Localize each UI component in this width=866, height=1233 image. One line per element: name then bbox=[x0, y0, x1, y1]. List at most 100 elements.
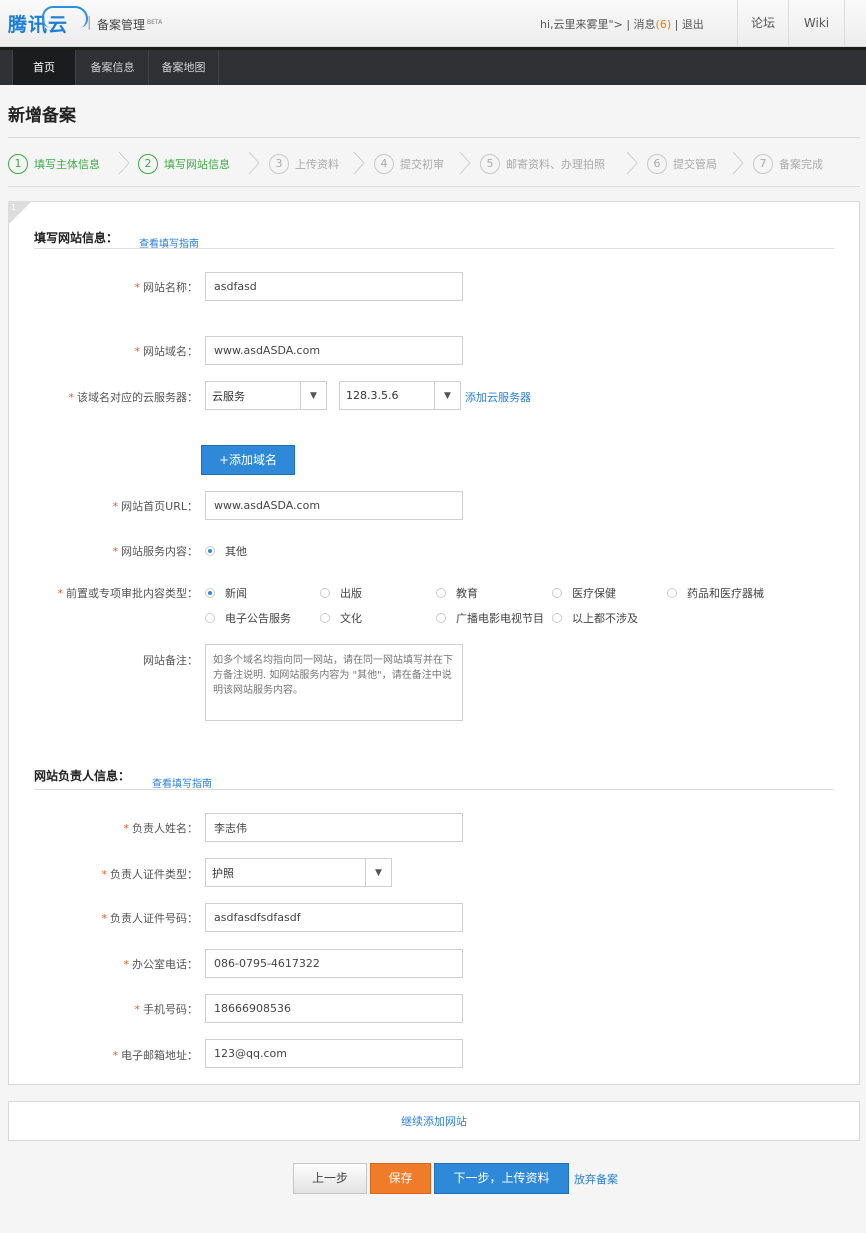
approval-option-healthcare[interactable]: 医疗保健 bbox=[552, 585, 616, 601]
step-3: 3 上传资料 bbox=[269, 153, 339, 175]
server-type-value: 云服务 bbox=[212, 389, 245, 403]
owner-id-type-label: * 负责人证件类型： bbox=[101, 868, 199, 881]
step-label: 提交管局 bbox=[673, 158, 717, 171]
abandon-filing-link[interactable]: 放弃备案 bbox=[574, 1171, 618, 1187]
chevron-down-icon: ▼ bbox=[300, 382, 326, 409]
tab-filing-info[interactable]: 备案信息 bbox=[77, 50, 149, 85]
messages-link[interactable]: 消息(6) bbox=[634, 18, 672, 31]
step-number: 5 bbox=[480, 154, 500, 174]
messages-count-badge: (6) bbox=[655, 18, 672, 31]
step-chevron-icon bbox=[118, 151, 130, 175]
add-cloud-server-link[interactable]: 添加云服务器 bbox=[465, 389, 531, 405]
step-label: 填写网站信息 bbox=[164, 158, 230, 171]
owner-id-type-select[interactable]: 护照 ▼ bbox=[205, 858, 392, 887]
office-phone-input[interactable] bbox=[205, 949, 463, 978]
owner-name-input[interactable] bbox=[205, 813, 463, 842]
step-number: 1 bbox=[8, 154, 28, 174]
email-label: * 电子邮箱地址： bbox=[112, 1049, 199, 1062]
add-more-site-bar[interactable]: 继续添加网站 bbox=[8, 1101, 860, 1141]
owner-id-number-input[interactable] bbox=[205, 903, 463, 932]
tab-home[interactable]: 首页 bbox=[12, 50, 76, 85]
top-bar: 腾讯云 | 备案管理 BETA hi,云里来雾里"> | 消息(6) | 退出 论… bbox=[0, 0, 866, 47]
step-chevron-icon bbox=[353, 151, 365, 175]
step-number: 3 bbox=[269, 154, 289, 174]
approval-option-drugs[interactable]: 药品和医疗器械 bbox=[667, 585, 764, 601]
approval-option-broadcast[interactable]: 广播电影电视节目 bbox=[436, 610, 544, 626]
wiki-link[interactable]: Wiki bbox=[788, 0, 845, 47]
page-title: 新增备案 bbox=[8, 106, 76, 126]
owner-info-heading: 网站负责人信息： bbox=[34, 769, 131, 783]
step-5: 5 邮寄资料、办理拍照 bbox=[480, 153, 605, 175]
step-7: 7 备案完成 bbox=[753, 153, 823, 175]
site-remark-label: 网站备注： bbox=[143, 654, 198, 667]
domain-label: * 网站域名： bbox=[134, 345, 199, 358]
radio-icon bbox=[205, 613, 215, 623]
step-2: 2 填写网站信息 bbox=[138, 153, 230, 175]
user-greeting-link[interactable]: hi,云里来雾里"> bbox=[540, 18, 623, 31]
logo[interactable]: 腾讯云 bbox=[8, 6, 88, 38]
radio-icon bbox=[667, 588, 677, 598]
step-number: 2 bbox=[138, 154, 158, 174]
cloud-server-label: * 该域名对应的云服务器： bbox=[68, 391, 199, 404]
tab-filing-map[interactable]: 备案地图 bbox=[149, 50, 219, 85]
forum-link[interactable]: 论坛 bbox=[737, 0, 788, 47]
owner-id-number-label: * 负责人证件号码： bbox=[101, 912, 199, 925]
step-label: 上传资料 bbox=[295, 158, 339, 171]
approval-option-news[interactable]: 新闻 bbox=[205, 585, 247, 601]
step-label: 填写主体信息 bbox=[34, 158, 100, 171]
panel-index: 1 bbox=[11, 203, 17, 212]
radio-icon bbox=[436, 613, 446, 623]
server-ip-value: 128.3.5.6 bbox=[346, 389, 399, 402]
office-phone-label: * 办公室电话： bbox=[123, 958, 199, 971]
header-separator: | bbox=[87, 15, 92, 30]
service-option-other[interactable]: 其他 bbox=[205, 543, 247, 559]
radio-selected-icon bbox=[205, 546, 215, 556]
site-name-input[interactable] bbox=[205, 272, 463, 301]
owner-section-divider bbox=[34, 789, 834, 790]
mobile-input[interactable] bbox=[205, 994, 463, 1023]
approval-option-culture[interactable]: 文化 bbox=[320, 610, 362, 626]
step-chevron-icon bbox=[732, 151, 744, 175]
step-label: 备案完成 bbox=[779, 158, 823, 171]
user-links: hi,云里来雾里"> | 消息(6) | 退出 bbox=[540, 18, 704, 31]
step-6: 6 提交管局 bbox=[647, 153, 717, 175]
cloud-logo-icon bbox=[42, 6, 88, 28]
owner-guide-link[interactable]: 查看填写指南 bbox=[152, 775, 212, 790]
id-type-value: 护照 bbox=[212, 866, 234, 880]
step-number: 6 bbox=[647, 154, 667, 174]
homepage-url-label: * 网站首页URL： bbox=[112, 500, 198, 513]
next-step-button[interactable]: 下一步，上传资料 bbox=[434, 1163, 569, 1194]
approval-option-publishing[interactable]: 出版 bbox=[320, 585, 362, 601]
prev-step-button[interactable]: 上一步 bbox=[293, 1163, 367, 1194]
logout-link[interactable]: 退出 bbox=[682, 18, 704, 31]
site-name-label: * 网站名称： bbox=[134, 281, 199, 294]
messages-label: 消息 bbox=[633, 18, 656, 31]
approval-option-none[interactable]: 以上都不涉及 bbox=[552, 610, 638, 626]
step-4: 4 提交初审 bbox=[374, 153, 444, 175]
email-input[interactable] bbox=[205, 1039, 463, 1068]
approval-option-bbs[interactable]: 电子公告服务 bbox=[205, 610, 291, 626]
radio-icon bbox=[320, 613, 330, 623]
service-content-label: * 网站服务内容： bbox=[112, 545, 199, 558]
app-title: 备案管理 BETA bbox=[97, 16, 162, 33]
save-button[interactable]: 保存 bbox=[370, 1163, 431, 1194]
radio-icon bbox=[552, 588, 562, 598]
beta-badge: BETA bbox=[147, 19, 163, 26]
mobile-label: * 手机号码： bbox=[134, 1003, 199, 1016]
approval-option-education[interactable]: 教育 bbox=[436, 585, 478, 601]
domain-input[interactable] bbox=[205, 336, 463, 365]
step-chevron-icon bbox=[626, 151, 638, 175]
radio-icon bbox=[436, 588, 446, 598]
radio-icon bbox=[320, 588, 330, 598]
step-1: 1 填写主体信息 bbox=[8, 153, 100, 175]
add-domain-button[interactable]: +添加域名 bbox=[201, 445, 295, 475]
server-type-select[interactable]: 云服务 ▼ bbox=[205, 381, 327, 410]
server-ip-select[interactable]: 128.3.5.6 ▼ bbox=[339, 381, 461, 410]
add-more-site-link[interactable]: 继续添加网站 bbox=[401, 1115, 467, 1128]
homepage-url-input[interactable] bbox=[205, 491, 463, 520]
site-section-divider bbox=[34, 248, 834, 249]
site-remark-textarea[interactable] bbox=[205, 644, 463, 721]
chevron-down-icon: ▼ bbox=[434, 382, 460, 409]
chevron-down-icon: ▼ bbox=[365, 859, 391, 886]
step-chevron-icon bbox=[248, 151, 260, 175]
